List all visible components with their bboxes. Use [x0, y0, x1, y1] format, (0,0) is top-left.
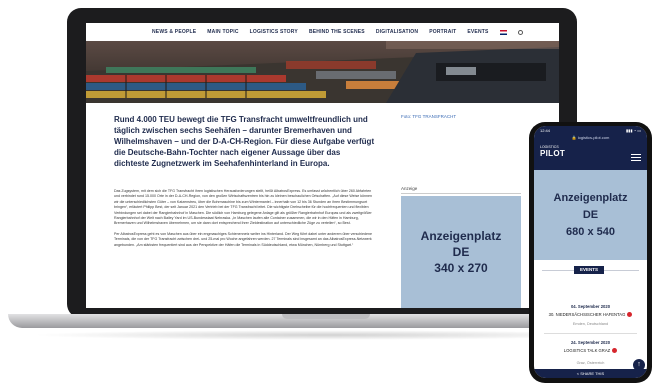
event-title[interactable]: 30. NIEDERSÄCHSISCHER HAFENTAG: [534, 312, 647, 318]
event-date: 04. September 2020: [570, 304, 611, 309]
ad-placeholder[interactable]: Anzeigenplatz DE 340 x 270: [401, 196, 521, 308]
ad-text-line: Anzeigenplatz: [553, 191, 628, 204]
search-icon[interactable]: [517, 29, 523, 35]
event-title[interactable]: LOGISTICS TALK GRAZ: [534, 348, 647, 354]
hero-image: [86, 41, 559, 103]
uk-flag-icon[interactable]: [499, 29, 507, 35]
laptop-screen: NEWS & PEOPLE MAIN TOPIC LOGISTICS STORY…: [86, 23, 559, 308]
ad-text-line: DE: [452, 245, 470, 259]
ad-divider: [401, 193, 521, 194]
nav-item-main-topic[interactable]: MAIN TOPIC: [207, 29, 238, 35]
article-paragraph: Das Zugsystem, mit dem sich die TFG Tran…: [114, 189, 373, 226]
status-time: 12:44: [540, 127, 551, 133]
phone-ad-placeholder[interactable]: Anzeigenplatz DE 680 x 540: [534, 170, 647, 260]
event-divider: [544, 333, 637, 334]
phone-url-bar[interactable]: 🔒 logistics-pilot.com: [534, 134, 647, 142]
article-body: Das Zugsystem, mit dem sich die TFG Tran…: [114, 189, 376, 253]
live-dot-icon: [627, 312, 633, 318]
ad-text-line: 680 x 540: [566, 225, 615, 238]
phone-site-header: LOGISTICS PILOT: [534, 142, 647, 170]
live-dot-icon: [612, 348, 618, 354]
main-navigation: NEWS & PEOPLE MAIN TOPIC LOGISTICS STORY…: [86, 23, 559, 41]
event-location: Graz, Österreich: [576, 361, 605, 365]
ad-label: Anzeige: [401, 186, 418, 191]
event-date: 24. September 2020: [570, 340, 611, 345]
rail-yard-photo: [86, 41, 559, 103]
ad-text-line: 340 x 270: [434, 261, 488, 275]
ad-text-line: Anzeigenplatz: [420, 229, 502, 243]
hamburger-menu-icon[interactable]: [631, 154, 641, 161]
site-logo[interactable]: PILOT: [540, 149, 565, 158]
nav-item-digitalisation[interactable]: DIGITALISATION: [376, 29, 418, 35]
photo-credit: Foto: TFG TRANSFRACHT: [401, 114, 457, 119]
event-title-text: 30. NIEDERSÄCHSISCHER HAFENTAG: [548, 312, 626, 317]
event-location: Emden, Deutschland: [572, 322, 609, 326]
share-bar[interactable]: < SHARE THIS: [534, 369, 647, 378]
nav-item-logistics-story[interactable]: LOGISTICS STORY: [250, 29, 298, 35]
phone-status-bar: 12:44 ▮▮▮ ◔ ▭: [534, 126, 647, 134]
nav-item-news-people[interactable]: NEWS & PEOPLE: [152, 29, 196, 35]
article-headline: Rund 4.000 TEU bewegt die TFG Transfrach…: [114, 115, 375, 168]
event-title-text: LOGISTICS TALK GRAZ: [563, 348, 611, 353]
article-paragraph: Per AlbatrosExpress geht es von Maschen …: [114, 231, 373, 247]
ad-text-line: DE: [582, 208, 599, 221]
nav-item-events[interactable]: EVENTS: [467, 29, 488, 35]
nav-item-portrait[interactable]: PORTRAIT: [429, 29, 456, 35]
status-icons: ▮▮▮ ◔ ▭: [625, 127, 641, 133]
laptop-notch: [282, 314, 370, 319]
events-heading: EVENTS: [574, 266, 604, 274]
nav-item-behind-the-scenes[interactable]: BEHIND THE SCENES: [309, 29, 365, 35]
phone-screen: 12:44 ▮▮▮ ◔ ▭ 🔒 logistics-pilot.com LOGI…: [534, 126, 647, 378]
